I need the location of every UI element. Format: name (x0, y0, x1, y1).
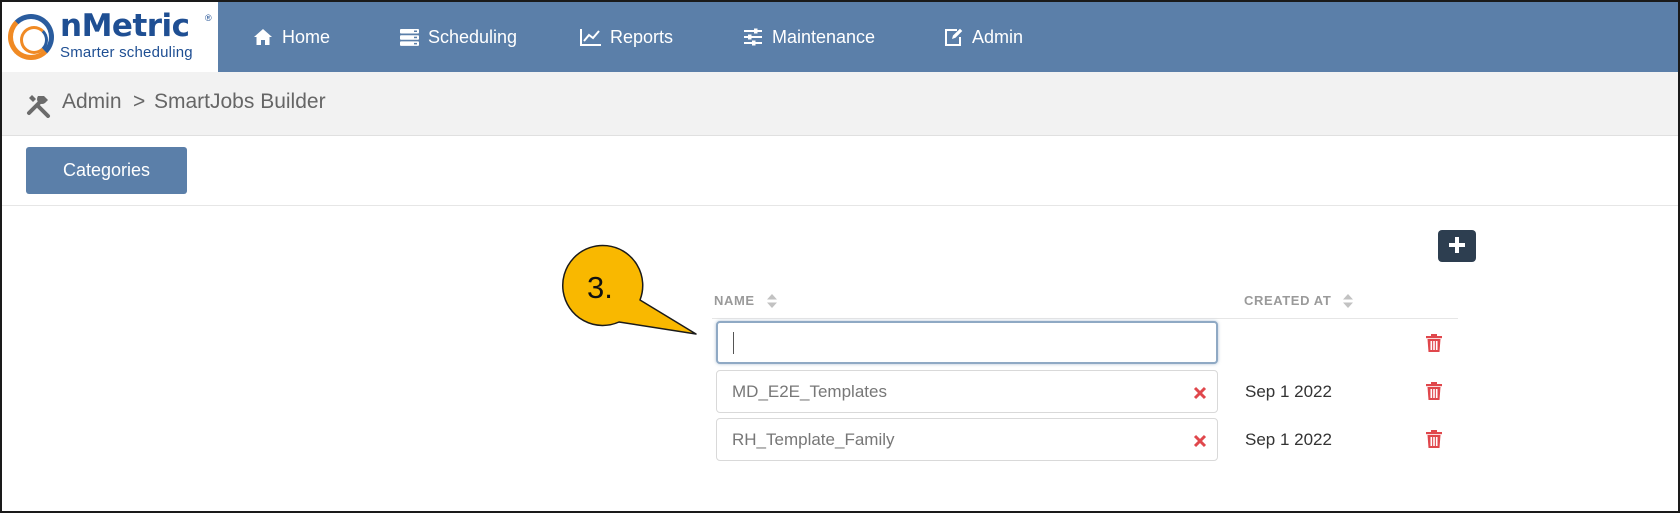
nav-reports[interactable]: Reports (580, 2, 673, 72)
add-category-button[interactable] (1438, 230, 1476, 262)
column-header-created-at-label: CREATED AT (1244, 293, 1332, 308)
nav-home-label: Home (282, 26, 331, 47)
new-category-name-input[interactable] (716, 321, 1218, 364)
logo-tagline: Smarter scheduling (60, 44, 193, 61)
home-icon (252, 26, 274, 48)
step-callout-label: 3. (587, 270, 613, 305)
nav-maintenance-label: Maintenance (772, 26, 876, 47)
nav-admin[interactable]: Admin (942, 2, 1023, 72)
logo-name: nMetric (60, 8, 190, 44)
breadcrumb-admin[interactable]: Admin (62, 90, 122, 114)
nmetric-logo[interactable]: nMetric ® Smarter scheduling (2, 2, 218, 72)
sliders-icon (742, 26, 764, 48)
sort-icon (766, 293, 777, 308)
nav-scheduling-label: Scheduling (428, 26, 518, 47)
callout-bubble (562, 244, 697, 335)
table-row[interactable]: MD_E2E_Templates (716, 370, 1218, 413)
table-header-divider (712, 318, 1458, 319)
tools-icon (26, 92, 52, 118)
created-at-value: Sep 1 2022 (1245, 430, 1332, 449)
breadcrumb: Admin > SmartJobs Builder (2, 72, 1678, 136)
server-icon (398, 26, 420, 48)
created-at-value: Sep 1 2022 (1245, 382, 1332, 401)
column-header-created-at[interactable]: CREATED AT (1244, 293, 1354, 308)
logo-ring-icon (8, 14, 54, 60)
edit-icon (942, 26, 964, 48)
category-name-value: MD_E2E_Templates (732, 381, 887, 401)
nav-admin-label: Admin (972, 26, 1024, 47)
nav-home[interactable]: Home (252, 2, 330, 72)
clear-icon[interactable] (1193, 385, 1207, 400)
app-window: nMetric ® Smarter scheduling Home Schedu… (0, 0, 1680, 513)
categories-button[interactable]: Categories (26, 147, 187, 194)
line-chart-icon (580, 26, 602, 48)
nav-maintenance[interactable]: Maintenance (742, 2, 875, 72)
text-caret (733, 331, 734, 354)
logo-registered-mark: ® (205, 13, 212, 23)
column-header-name[interactable]: NAME (714, 293, 777, 308)
trash-icon[interactable] (1426, 430, 1442, 448)
sort-icon (1343, 293, 1354, 308)
trash-icon[interactable] (1426, 334, 1442, 352)
column-header-name-label: NAME (714, 293, 755, 308)
clear-icon[interactable] (1193, 433, 1207, 448)
plus-icon (1449, 236, 1465, 256)
top-navbar: nMetric ® Smarter scheduling Home Schedu… (2, 2, 1678, 72)
breadcrumb-separator: > (133, 90, 146, 113)
nav-reports-label: Reports (610, 26, 674, 47)
trash-icon[interactable] (1426, 382, 1442, 400)
breadcrumb-current: SmartJobs Builder (154, 90, 326, 113)
table-row[interactable]: RH_Template_Family (716, 418, 1218, 461)
toolbar: Categories (2, 136, 1678, 206)
category-name-value: RH_Template_Family (732, 429, 895, 449)
nav-scheduling[interactable]: Scheduling (398, 2, 517, 72)
